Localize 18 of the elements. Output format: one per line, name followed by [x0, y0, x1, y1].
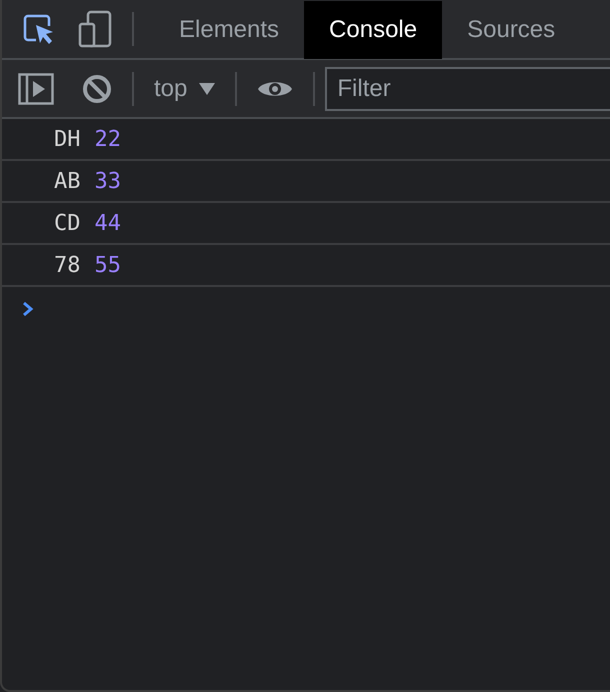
- log-label: DH: [54, 126, 80, 152]
- log-value: 55: [94, 252, 121, 278]
- log-value: 33: [94, 168, 121, 194]
- sidebar-toggle-icon[interactable]: [18, 72, 54, 104]
- log-label: 78: [54, 252, 80, 278]
- log-label: AB: [54, 168, 80, 194]
- device-toolbar-icon[interactable]: [78, 10, 112, 48]
- context-dropdown[interactable]: top: [154, 74, 216, 102]
- log-value: 22: [94, 126, 121, 152]
- prompt-chevron-icon: [22, 301, 34, 317]
- clear-console-icon[interactable]: [82, 74, 112, 104]
- log-value: 44: [94, 210, 121, 236]
- log-label: CD: [54, 210, 80, 236]
- tab[interactable]: Elements: [154, 1, 304, 59]
- caret-icon: [199, 82, 216, 96]
- filter-field[interactable]: Filter: [325, 66, 610, 110]
- tab[interactable]: Console: [304, 1, 442, 59]
- tab[interactable]: Sources: [442, 1, 580, 59]
